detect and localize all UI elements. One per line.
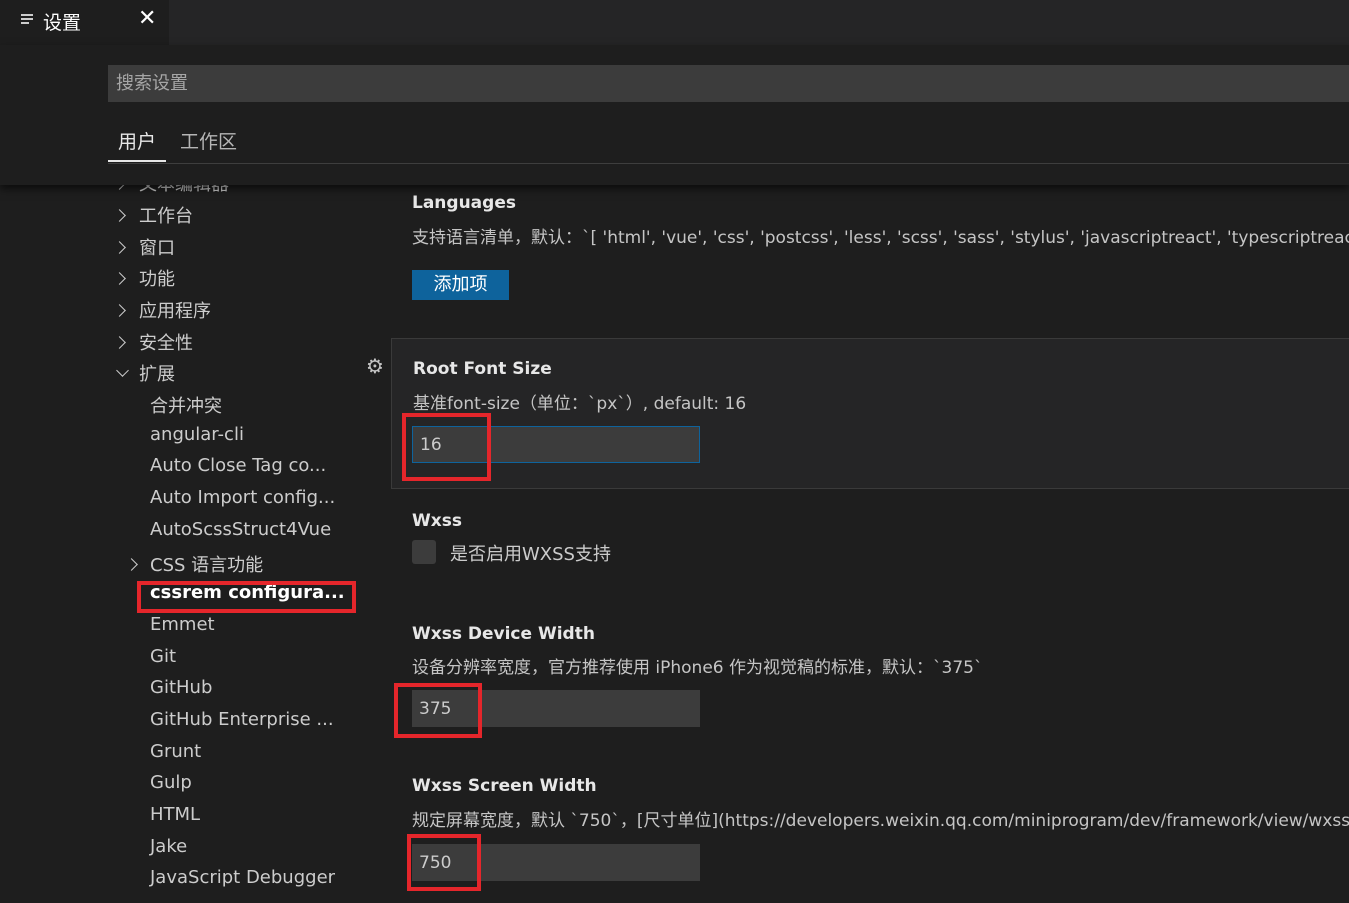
tab-title: 设置: [43, 12, 82, 34]
wxss-screen-width-input[interactable]: [412, 844, 700, 881]
chevron-right-icon: [113, 304, 126, 317]
setting-title-wxss: Wxss: [412, 511, 462, 531]
editor-tab-strip: 设置 ✕: [0, 0, 1349, 45]
wxss-checkbox-label: 是否启用WXSS支持: [450, 544, 611, 565]
chevron-right-icon: [113, 185, 126, 190]
setting-title-wxss-screen-width: Wxss Screen Width: [412, 776, 597, 796]
chevron-right-icon: [113, 241, 126, 254]
setting-desc-wxss-device-width: 设备分辨率宽度，官方推荐使用 iPhone6 作为视觉稿的标准，默认：`375`: [412, 658, 983, 678]
chevron-right-icon: [113, 272, 126, 285]
active-tab-indicator: [108, 160, 166, 162]
wxss-checkbox[interactable]: [412, 540, 436, 564]
setting-desc-languages: 支持语言清单，默认：`[ 'html', 'vue', 'css', 'post…: [412, 228, 1349, 248]
chevron-right-icon: [113, 336, 126, 349]
settings-header: 用户 工作区: [0, 45, 1349, 185]
setting-root-font-size: Root Font Size 基准font-size（单位：`px`）, def…: [391, 338, 1349, 489]
gear-icon[interactable]: ⚙: [363, 354, 387, 378]
wxss-device-width-input[interactable]: [412, 690, 700, 727]
setting-desc-wxss-screen-width: 规定屏幕宽度，默认 `750`，[尺寸单位](https://developer…: [412, 811, 1349, 831]
settings-tab[interactable]: 设置 ✕: [0, 0, 169, 45]
add-item-button[interactable]: 添加项: [412, 270, 509, 300]
chevron-down-icon: [116, 364, 129, 377]
setting-title-wxss-device-width: Wxss Device Width: [412, 624, 595, 644]
chevron-right-icon: [113, 209, 126, 222]
settings-toc-tree: 文本编辑器 工作台 窗口 功能 应用程序 安全性 扩展 合并冲突 angular…: [0, 185, 390, 903]
settings-list-icon: [21, 13, 35, 27]
setting-desc-root-font-size: 基准font-size（单位：`px`）, default: 16: [413, 394, 747, 414]
tab-user[interactable]: 用户: [118, 127, 156, 154]
setting-title-languages: Languages: [412, 193, 516, 213]
close-icon[interactable]: ✕: [138, 6, 156, 32]
tab-workspace[interactable]: 工作区: [180, 127, 237, 154]
root-font-size-input[interactable]: [412, 426, 700, 463]
settings-list: Languages 支持语言清单，默认：`[ 'html', 'vue', 'c…: [390, 185, 1349, 903]
chevron-right-icon: [125, 558, 138, 571]
search-settings-input[interactable]: [108, 65, 1349, 102]
setting-title-root-font-size: Root Font Size: [413, 359, 552, 379]
scope-tabs: 用户 工作区: [108, 125, 1349, 164]
